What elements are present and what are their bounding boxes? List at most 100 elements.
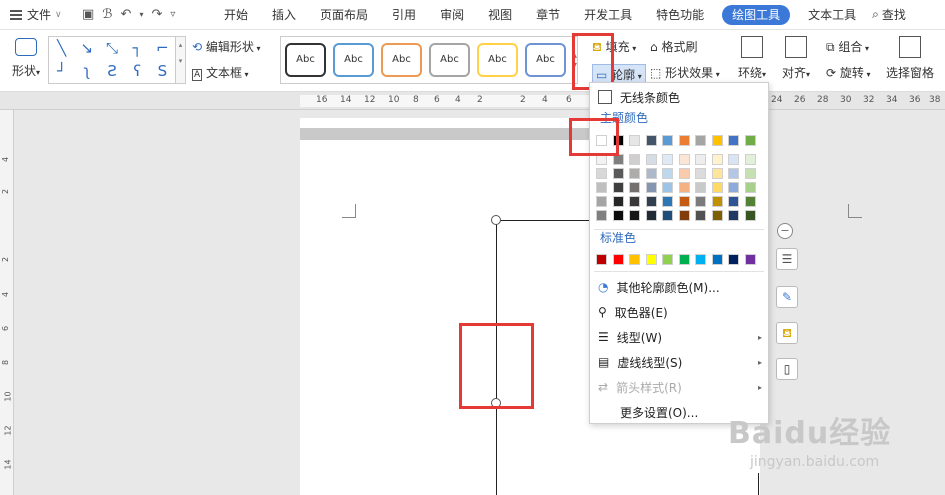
color-swatch[interactable]: [629, 196, 640, 207]
color-swatch[interactable]: [596, 254, 607, 265]
color-swatch[interactable]: [645, 254, 657, 265]
group-button[interactable]: ⧉ 组合 ▾: [826, 38, 869, 55]
color-swatch[interactable]: [744, 168, 756, 179]
double-arrow-line-icon[interactable]: ⤡: [99, 37, 124, 60]
color-swatch[interactable]: [744, 254, 756, 265]
color-swatch[interactable]: [695, 210, 706, 221]
tab-home[interactable]: 开始: [212, 0, 260, 30]
color-swatch[interactable]: [728, 196, 739, 207]
curve-connector-icon[interactable]: ʅ: [74, 60, 99, 83]
textbox-button[interactable]: A 文本框 ▾: [192, 64, 249, 81]
color-swatch[interactable]: [695, 196, 706, 207]
selection-pane-button[interactable]: 选择窗格: [886, 36, 934, 81]
color-swatch[interactable]: [728, 210, 739, 221]
no-line-color-item[interactable]: 无线条颜色: [590, 85, 768, 109]
color-swatch[interactable]: [695, 135, 706, 146]
fill-float-button[interactable]: ⛾: [776, 322, 798, 344]
color-swatch[interactable]: [596, 210, 607, 221]
color-swatch[interactable]: [678, 196, 690, 207]
color-swatch[interactable]: [612, 210, 624, 221]
arrow-line-icon[interactable]: ↘: [74, 37, 99, 60]
style-gallery-more[interactable]: ▴ ▾: [573, 51, 577, 69]
color-swatch[interactable]: [744, 210, 756, 221]
wrap-button[interactable]: 环绕▾: [738, 36, 766, 81]
tab-chapter[interactable]: 章节: [524, 0, 572, 30]
color-swatch[interactable]: [728, 182, 739, 193]
shape-button[interactable]: 形状▾: [8, 38, 44, 79]
color-swatch[interactable]: [744, 182, 756, 193]
customize-icon[interactable]: ▿: [170, 9, 175, 20]
color-swatch[interactable]: [711, 168, 723, 179]
line-endpoint-handle[interactable]: [491, 215, 501, 225]
color-swatch[interactable]: [678, 135, 690, 146]
elbow-connector-icon[interactable]: ┐: [125, 37, 150, 60]
line-type-item[interactable]: ☰ 线型(W) ▸: [590, 325, 768, 349]
style-sample[interactable]: Abc: [381, 43, 422, 77]
tab-references[interactable]: 引用: [380, 0, 428, 30]
color-swatch[interactable]: [695, 168, 706, 179]
format-brush-button[interactable]: ⌂ 格式刷: [650, 38, 697, 55]
color-swatch[interactable]: [596, 154, 607, 165]
color-swatch[interactable]: [711, 154, 723, 165]
color-swatch[interactable]: [612, 254, 624, 265]
color-swatch[interactable]: [662, 168, 673, 179]
line-gallery-scroll[interactable]: ▴ ▾: [176, 36, 186, 84]
curve-arrow-icon[interactable]: Ƨ: [99, 60, 124, 83]
connector-line[interactable]: [758, 473, 759, 495]
tab-page-layout[interactable]: 页面布局: [308, 0, 380, 30]
color-swatch[interactable]: [629, 168, 640, 179]
style-sample[interactable]: Abc: [285, 43, 326, 77]
curve-double-arrow-icon[interactable]: ʕ: [125, 60, 150, 83]
color-swatch[interactable]: [645, 135, 657, 146]
color-swatch[interactable]: [612, 182, 624, 193]
color-swatch[interactable]: [596, 182, 607, 193]
color-swatch[interactable]: [612, 168, 624, 179]
color-swatch[interactable]: [629, 135, 640, 146]
color-swatch[interactable]: [645, 196, 657, 207]
fill-button[interactable]: ⛾ 填充 ▾: [592, 38, 636, 56]
style-sample[interactable]: Abc: [477, 43, 518, 77]
color-swatch[interactable]: [728, 154, 739, 165]
line-gallery[interactable]: ╲ ↘ ⤡ ┐ ⌐ ┘ ʅ Ƨ ʕ S: [48, 36, 176, 84]
style-sample[interactable]: Abc: [429, 43, 470, 77]
elbow-double-arrow-icon[interactable]: ┘: [49, 60, 74, 83]
color-swatch[interactable]: [662, 254, 673, 265]
tab-text-tools[interactable]: 文本工具: [796, 0, 868, 30]
line-style-button[interactable]: ✎: [776, 286, 798, 308]
edit-shape-button[interactable]: ⟲ 编辑形状 ▾: [192, 38, 260, 55]
tab-developer[interactable]: 开发工具: [572, 0, 644, 30]
color-swatch[interactable]: [645, 210, 657, 221]
tab-review[interactable]: 审阅: [428, 0, 476, 30]
color-swatch[interactable]: [662, 182, 673, 193]
redo-icon[interactable]: ↷: [151, 7, 162, 22]
color-swatch[interactable]: [662, 135, 673, 146]
color-swatch[interactable]: [612, 154, 624, 165]
tab-insert[interactable]: 插入: [260, 0, 308, 30]
color-swatch[interactable]: [744, 135, 756, 146]
color-swatch[interactable]: [711, 182, 723, 193]
color-swatch[interactable]: [695, 154, 706, 165]
line-endpoint-handle[interactable]: [491, 398, 501, 408]
curve-icon[interactable]: S: [150, 60, 175, 83]
color-swatch[interactable]: [711, 196, 723, 207]
undo-dropdown-icon[interactable]: ▾: [139, 10, 143, 19]
color-swatch[interactable]: [645, 154, 657, 165]
color-swatch[interactable]: [596, 196, 607, 207]
format-painter-icon[interactable]: ℬ: [102, 7, 112, 22]
connector-line[interactable]: [496, 220, 497, 495]
color-swatch[interactable]: [711, 210, 723, 221]
color-swatch[interactable]: [678, 254, 690, 265]
color-swatch[interactable]: [744, 154, 756, 165]
color-swatch[interactable]: [629, 210, 640, 221]
color-swatch[interactable]: [711, 135, 723, 146]
color-swatch[interactable]: [612, 196, 624, 207]
save-icon[interactable]: ▣: [82, 7, 94, 22]
color-swatch[interactable]: [596, 168, 607, 179]
tab-drawing-tools[interactable]: 绘图工具: [722, 4, 791, 25]
layout-options-button[interactable]: ☰: [776, 248, 798, 270]
color-swatch[interactable]: [678, 210, 690, 221]
shape-effect-button[interactable]: ⬚ 形状效果 ▾: [650, 64, 720, 81]
color-swatch[interactable]: [744, 196, 756, 207]
rotate-button[interactable]: ⟳ 旋转 ▾: [826, 64, 870, 81]
search-button[interactable]: ⌕ 查找: [872, 6, 906, 23]
